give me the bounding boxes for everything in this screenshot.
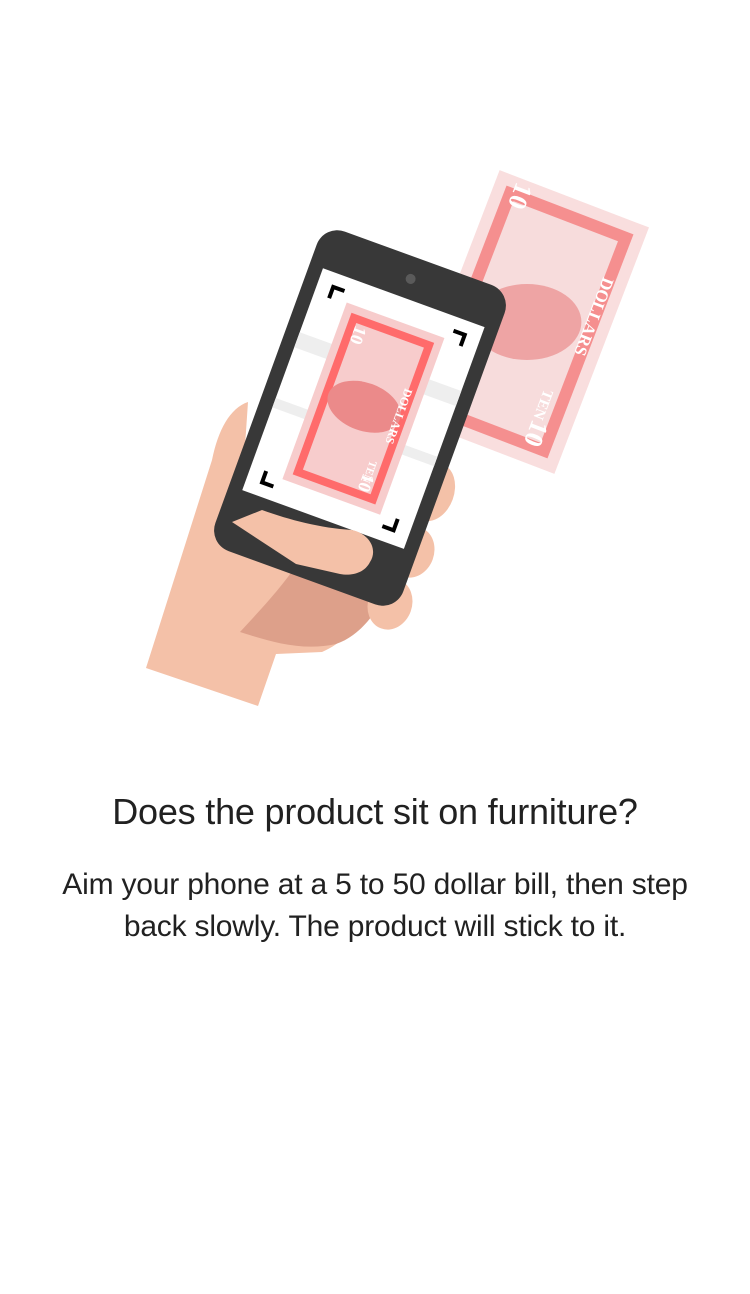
illustration: 10 10 DOLLARS TEN 10 10 DOLLARS TEN [0, 0, 750, 760]
phone-scanning-bill-illustration: 10 10 DOLLARS TEN 10 10 DOLLARS TEN [146, 170, 649, 706]
instruction-text-block: Does the product sit on furniture? Aim y… [40, 786, 710, 948]
page-title: Does the product sit on furniture? [112, 791, 638, 832]
instruction-body: Aim your phone at a 5 to 50 dollar bill,… [62, 868, 688, 943]
